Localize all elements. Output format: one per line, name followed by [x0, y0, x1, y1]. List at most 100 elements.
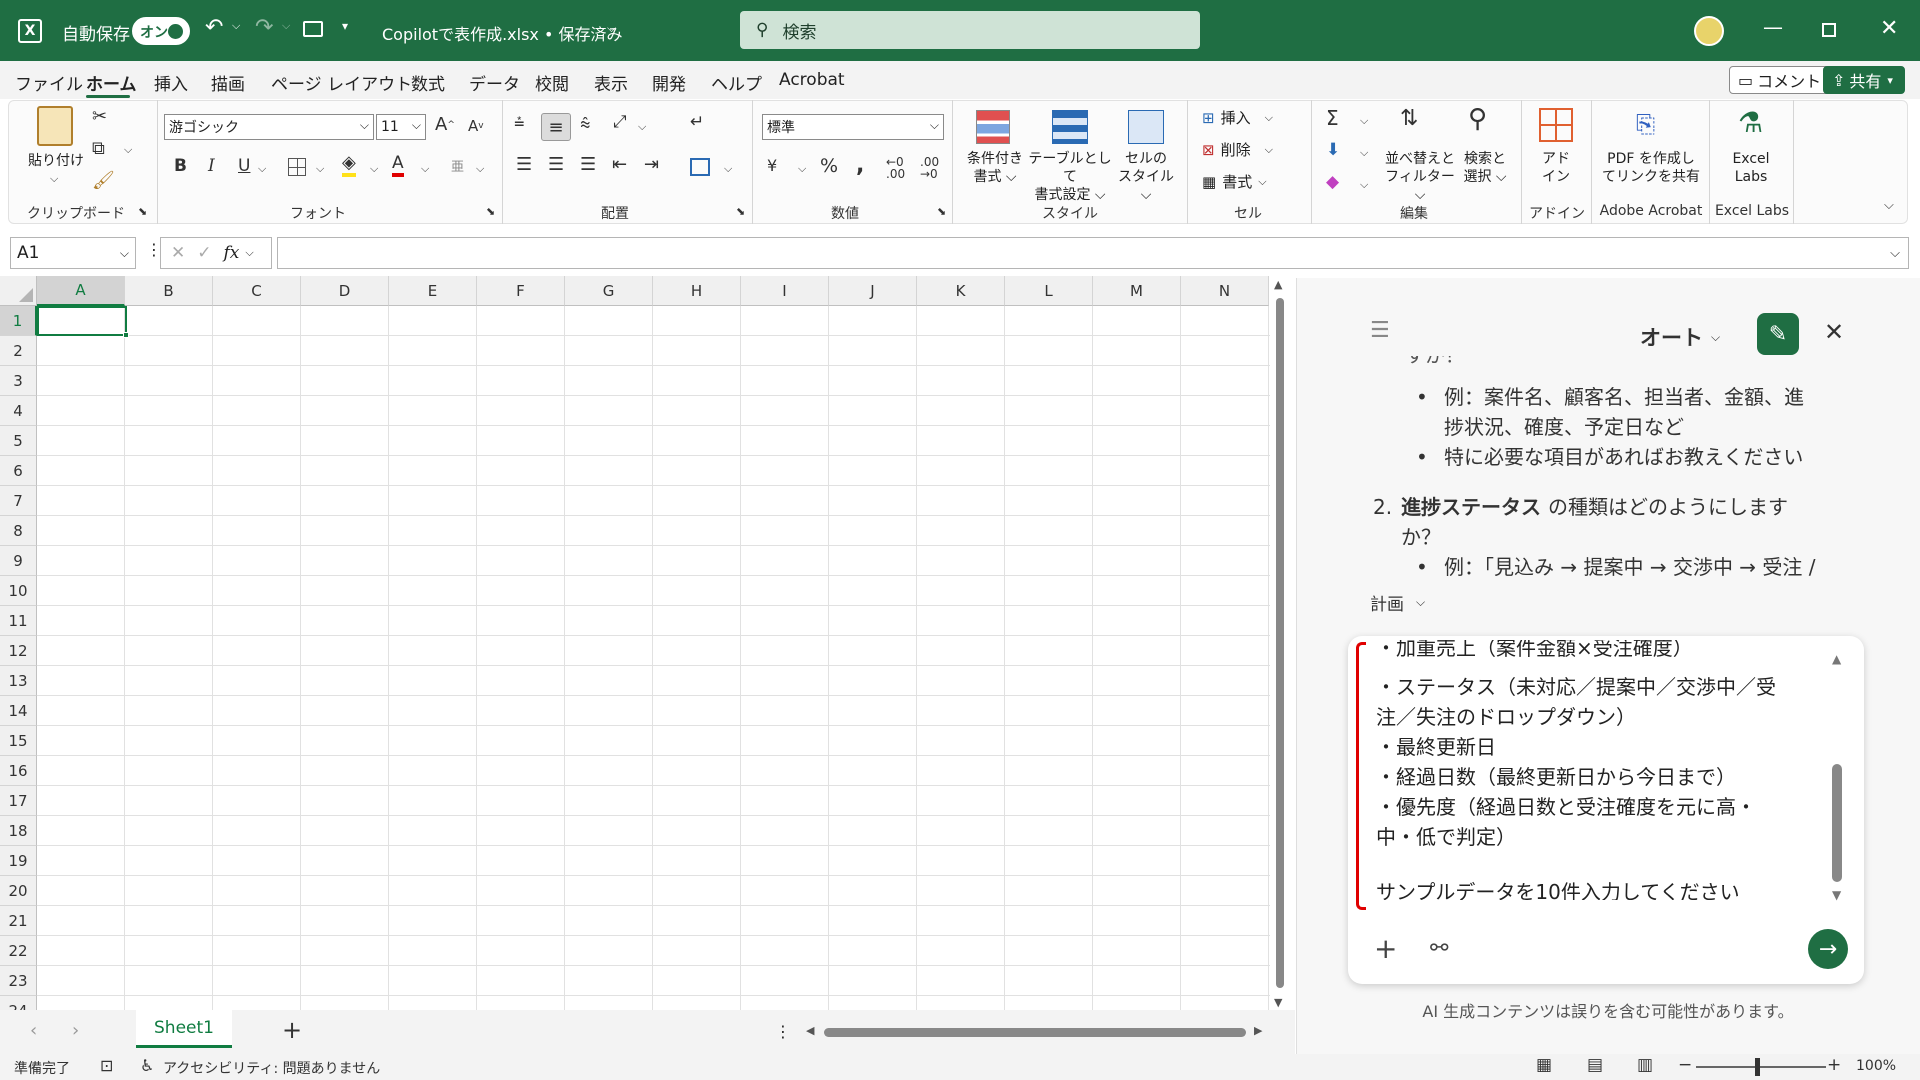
clipboard-launcher-icon[interactable]: ⬊ — [138, 205, 147, 218]
tab-home[interactable]: ホーム — [86, 70, 137, 95]
page-break-view-icon[interactable]: ▥ — [1637, 1055, 1653, 1075]
customize-qat-icon[interactable]: ▾ — [342, 19, 348, 33]
row-header-5[interactable]: 5 — [0, 426, 37, 456]
cancel-icon[interactable]: ✕ — [171, 243, 185, 263]
column-header-i[interactable]: I — [741, 276, 829, 306]
tab-file[interactable]: ファイル — [15, 70, 83, 95]
clear-dropdown-icon[interactable]: ⌵ — [1360, 178, 1368, 192]
tab-insert[interactable]: 挿入 — [154, 70, 188, 95]
horizontal-scroll-thumb[interactable] — [824, 1028, 1246, 1037]
title-chevron-icon[interactable]: ⌵ — [607, 21, 616, 36]
zoom-out-icon[interactable]: − — [1678, 1055, 1692, 1075]
row-header-4[interactable]: 4 — [0, 396, 37, 426]
column-header-b[interactable]: B — [125, 276, 213, 306]
decrease-font-icon[interactable]: Av — [468, 117, 484, 135]
macro-record-icon[interactable]: ⊡ — [100, 1056, 113, 1075]
avatar[interactable] — [1694, 16, 1724, 46]
comma-style-icon[interactable]: , — [856, 153, 864, 178]
tab-data[interactable]: データ — [469, 70, 520, 95]
zoom-slider-thumb[interactable] — [1755, 1058, 1760, 1076]
phonetic-icon[interactable]: 亜 — [451, 156, 464, 175]
bold-icon[interactable]: B — [174, 156, 187, 176]
redo-dropdown-icon[interactable]: ⌵ — [282, 19, 290, 33]
select-all-button[interactable] — [0, 276, 37, 306]
row-header-17[interactable]: 17 — [0, 786, 37, 816]
row-header-15[interactable]: 15 — [0, 726, 37, 756]
currency-dropdown-icon[interactable]: ⌵ — [798, 162, 806, 176]
cell-styles-button[interactable]: セルの スタイル ⌵ — [1112, 150, 1180, 204]
paste-dropdown-icon[interactable]: ⌵ — [50, 172, 58, 186]
expand-formula-icon[interactable]: ⌵ — [1890, 246, 1900, 261]
normal-view-icon[interactable]: ▦ — [1536, 1055, 1552, 1075]
autosave-toggle[interactable]: オン — [132, 17, 190, 45]
worksheet-grid[interactable]: ABCDEFGHIJKLMN 1 2 3 4 5 6 7 8 9 10 11 12 13 14 15 16 17… — [0, 276, 1270, 1010]
undo-icon[interactable]: ↶ — [205, 15, 223, 40]
undo-dropdown-icon[interactable]: ⌵ — [232, 19, 240, 33]
input-scroll-thumb[interactable] — [1832, 764, 1842, 882]
zoom-in-icon[interactable]: + — [1827, 1055, 1841, 1075]
format-painter-icon[interactable]: 🖌 — [92, 170, 115, 191]
minimize-icon[interactable]: — — [1763, 15, 1783, 39]
conditional-formatting-button[interactable]: 条件付き 書式 ⌵ — [962, 150, 1028, 186]
align-right-icon[interactable]: ☰ — [580, 154, 596, 175]
menu-icon[interactable]: ☰ — [1370, 318, 1390, 343]
delete-cells-button[interactable]: ⊠ 削除 ⌵ — [1202, 139, 1273, 160]
input-scroll-down-icon[interactable]: ▼ — [1832, 888, 1841, 902]
close-pane-icon[interactable]: ✕ — [1824, 318, 1844, 346]
tab-split-icon[interactable]: ⋮ — [775, 1022, 791, 1041]
row-header-20[interactable]: 20 — [0, 876, 37, 906]
orientation-dropdown-icon[interactable]: ⌵ — [638, 120, 646, 134]
font-launcher-icon[interactable]: ⬊ — [486, 205, 495, 218]
fill-dropdown-icon[interactable]: ⌵ — [1360, 146, 1368, 160]
merge-dropdown-icon[interactable]: ⌵ — [724, 162, 732, 176]
row-header-11[interactable]: 11 — [0, 606, 37, 636]
column-header-g[interactable]: G — [565, 276, 653, 306]
row-header-3[interactable]: 3 — [0, 366, 37, 396]
cut-icon[interactable]: ✂ — [92, 106, 107, 127]
vertical-scroll-thumb[interactable] — [1276, 298, 1284, 988]
row-header-14[interactable]: 14 — [0, 696, 37, 726]
underline-icon[interactable]: U — [238, 156, 250, 176]
scroll-right-icon[interactable]: ▶ — [1254, 1024, 1262, 1037]
find-select-button[interactable]: 検索と 選択 ⌵ — [1456, 150, 1514, 186]
accessibility-status[interactable]: アクセシビリティ: 問題ありません — [163, 1058, 380, 1078]
prev-sheet-icon[interactable]: ‹ — [30, 1020, 37, 1041]
sort-filter-button[interactable]: 並べ替えと フィルター ⌵ — [1382, 150, 1458, 204]
vertical-scrollbar[interactable]: ▲ ▼ — [1272, 278, 1288, 1010]
autosum-icon[interactable]: Σ — [1326, 106, 1339, 130]
clear-icon[interactable]: ◆ — [1326, 172, 1339, 192]
fill-color-dropdown-icon[interactable]: ⌵ — [370, 162, 378, 176]
cell-styles-icon[interactable] — [1128, 110, 1164, 144]
zoom-slider-track[interactable] — [1696, 1066, 1826, 1068]
align-top-icon[interactable]: ⩮ — [514, 112, 525, 133]
italic-icon[interactable]: I — [208, 156, 215, 176]
alignment-launcher-icon[interactable]: ⬊ — [736, 205, 745, 218]
increase-indent-icon[interactable]: ⇥ — [644, 154, 659, 175]
row-header-7[interactable]: 7 — [0, 486, 37, 516]
font-size-select[interactable]: 11 ⌵ — [376, 114, 426, 140]
scroll-up-icon[interactable]: ▲ — [1274, 278, 1282, 291]
column-header-j[interactable]: J — [829, 276, 917, 306]
redo-icon[interactable]: ↷ — [255, 15, 273, 40]
sort-filter-icon[interactable]: ⇅ — [1400, 106, 1418, 131]
accessibility-icon[interactable]: ♿ — [140, 1056, 154, 1075]
new-chat-icon[interactable]: ✎ — [1757, 313, 1799, 355]
tab-view[interactable]: 表示 — [594, 70, 628, 95]
row-header-9[interactable]: 9 — [0, 546, 37, 576]
plan-selector[interactable]: 計画 ⌵ — [1370, 590, 1425, 615]
align-left-icon[interactable]: ☰ — [516, 154, 532, 175]
row-header-10[interactable]: 10 — [0, 576, 37, 606]
search-box[interactable]: ⚲ 検索 — [740, 11, 1200, 49]
excel-labs-button[interactable]: Excel Labs — [1722, 150, 1780, 186]
underline-dropdown-icon[interactable]: ⌵ — [258, 162, 266, 176]
format-as-table-icon[interactable] — [1052, 110, 1088, 144]
row-header-8[interactable]: 8 — [0, 516, 37, 546]
tab-developer[interactable]: 開発 — [652, 70, 686, 95]
column-header-e[interactable]: E — [389, 276, 477, 306]
tab-review[interactable]: 校閲 — [535, 70, 569, 95]
column-header-k[interactable]: K — [917, 276, 1005, 306]
borders-icon[interactable] — [288, 158, 306, 176]
pdf-share-icon[interactable]: ⎘ — [1636, 110, 1655, 138]
column-header-a[interactable]: A — [37, 276, 125, 306]
prompt-textarea[interactable]: ・加重売上（案件金額×受注確度） ・ステータス（未対応／提案中／交渉中／受 注／… — [1356, 640, 1842, 900]
